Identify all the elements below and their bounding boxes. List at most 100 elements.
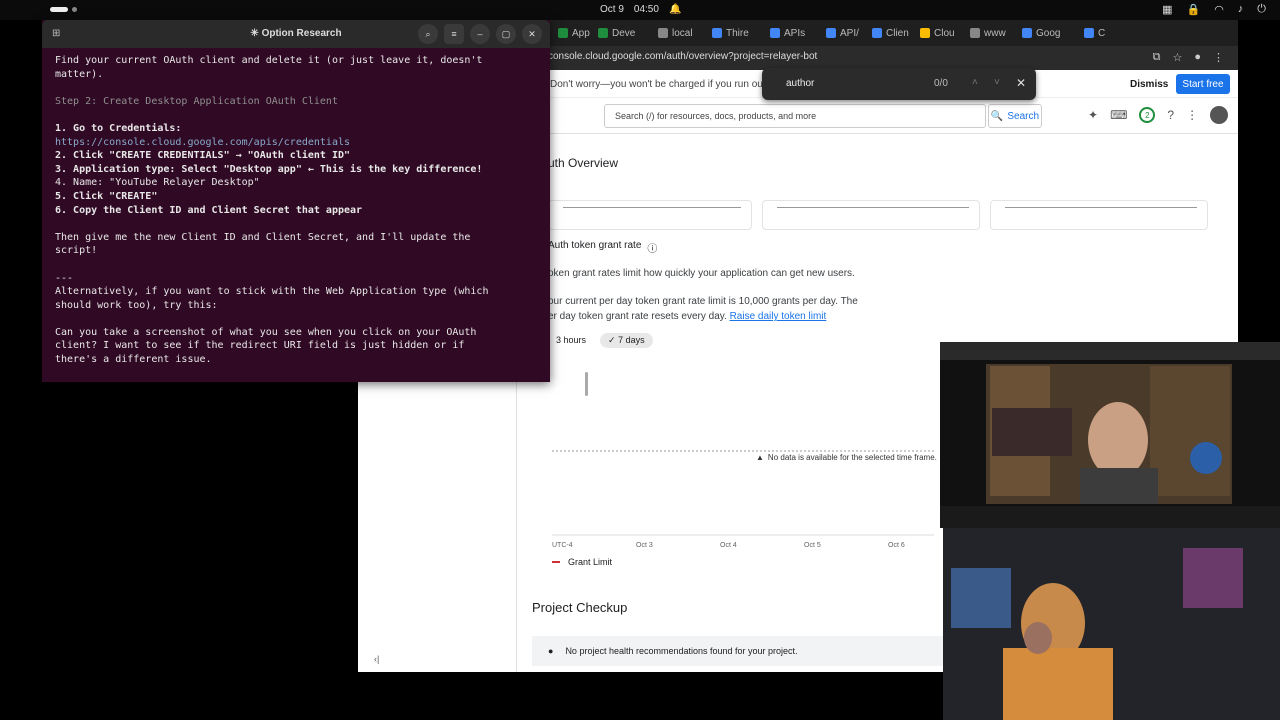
collapse-nav-icon[interactable]: ‹|: [374, 654, 379, 664]
tab-label: C: [1098, 27, 1106, 39]
chip-7-days[interactable]: ✓ 7 days: [600, 333, 653, 348]
webcam-overlay-2: [943, 528, 1280, 720]
menu-icon[interactable]: ⋮: [1213, 51, 1224, 64]
tab-favicon-icon: [598, 28, 608, 38]
find-bar: author 0/0 ˄ ˅ ✕: [762, 68, 1036, 100]
section-title-text: Auth token grant rate: [548, 240, 642, 251]
terminal-icon[interactable]: ⌨: [1110, 108, 1127, 122]
gemini-icon[interactable]: ✦: [1088, 108, 1098, 122]
browser-tab[interactable]: Thire: [712, 24, 758, 42]
limit-description: our current per day token grant rate lim…: [548, 294, 868, 324]
legend-label: Grant Limit: [568, 557, 613, 567]
url-text[interactable]: console.cloud.google.com/auth/overview?p…: [548, 51, 817, 62]
terminal-window: ⊞ ✳ Option Research ⌕ ≡ – ▢ ✕ Find your …: [42, 20, 588, 396]
terminal-line: 4. Name: "YouTube Relayer Desktop": [55, 177, 260, 189]
tab-favicon-icon: [1022, 28, 1032, 38]
browser-tab[interactable]: C: [1084, 24, 1130, 42]
power-icon: ⏻: [1257, 3, 1266, 15]
lock-icon: 🔒: [1186, 4, 1201, 16]
find-prev-icon[interactable]: ˄: [972, 77, 978, 88]
search-input[interactable]: Search (/) for resources, docs, products…: [604, 104, 986, 128]
tab-label: API/: [840, 27, 859, 39]
terminal-search-icon[interactable]: ⌕: [418, 24, 438, 44]
tab-label: Clien: [886, 27, 909, 39]
check-icon: ✓: [608, 335, 619, 345]
extensions-icon[interactable]: ⧉: [1153, 51, 1161, 64]
window-controls: ⌕ ≡ – ▢ ✕: [418, 24, 542, 44]
dismiss-button[interactable]: Dismiss: [1130, 79, 1168, 90]
warning-icon: ▲: [756, 453, 764, 462]
x-tick-label: Oct 6: [888, 542, 905, 549]
notifications-badge[interactable]: 2: [1139, 107, 1156, 123]
terminal-line: 3. Application type: Select "Desktop app…: [55, 163, 483, 175]
browser-tab[interactable]: local: [658, 24, 704, 42]
terminal-menu-icon[interactable]: ≡: [444, 24, 464, 44]
help-circle-icon[interactable]: ⓘ: [647, 240, 657, 255]
no-data-message: ▲ No data is available for the selected …: [756, 453, 937, 462]
terminal-line: https://console.cloud.google.com/apis/cr…: [55, 136, 351, 148]
terminal-line: 2. Click "CREATE CREDENTIALS" → "OAuth c…: [55, 150, 351, 162]
toolbar-icons: ⧉ ☆ ● ⋮: [1153, 51, 1224, 64]
tab-label: www: [984, 27, 1006, 39]
browser-tab[interactable]: Deve: [598, 24, 644, 42]
bookmark-icon[interactable]: ☆: [1172, 51, 1182, 64]
chip-7-days-label: 7 days: [618, 335, 645, 345]
tab-label: Goog: [1036, 27, 1061, 39]
find-count: 0/0: [934, 78, 948, 89]
tab-favicon-icon: [826, 28, 836, 38]
apps-icon: ▦: [1162, 4, 1173, 16]
webcam-1-image: [940, 342, 1280, 528]
search-icon: 🔍: [990, 110, 1004, 122]
raise-limit-link[interactable]: Raise daily token limit: [730, 311, 827, 322]
find-input[interactable]: author: [786, 78, 814, 89]
terminal-scrollbar[interactable]: [585, 372, 588, 396]
section-description: oken grant rates limit how quickly your …: [548, 268, 855, 279]
terminal-line: Alternatively, if you want to stick with…: [55, 286, 489, 298]
terminal-line: matter).: [55, 68, 104, 80]
browser-tab[interactable]: www: [970, 24, 1016, 42]
terminal-line: Find your current OAuth client and delet…: [55, 55, 483, 66]
activities-button[interactable]: [50, 7, 77, 12]
profile-icon[interactable]: ●: [1194, 51, 1201, 64]
help-icon[interactable]: ?: [1167, 108, 1174, 122]
more-icon[interactable]: ⋮: [1186, 108, 1198, 122]
find-next-icon[interactable]: ˅: [994, 77, 1000, 88]
terminal-output[interactable]: Find your current OAuth client and delet…: [55, 54, 533, 380]
clock[interactable]: Oct 9 04:50 🔔: [600, 4, 681, 15]
terminal-line: 1. Go to Credentials:: [55, 122, 182, 134]
minimize-icon[interactable]: –: [470, 24, 490, 44]
tab-label: APIs: [784, 27, 806, 39]
x-tick-label: Oct 4: [720, 542, 737, 549]
avatar[interactable]: [1210, 106, 1229, 124]
chart-legend: Grant Limit: [552, 557, 612, 567]
close-icon[interactable]: ✕: [522, 24, 542, 44]
browser-tab[interactable]: APIs: [770, 24, 816, 42]
bell-icon: 🔔: [668, 4, 682, 15]
legend-swatch: [552, 561, 560, 563]
chip-3-hours[interactable]: 3 hours: [548, 333, 594, 348]
terminal-line: ---: [55, 272, 74, 284]
webcam-2-image: [943, 528, 1280, 720]
browser-tab[interactable]: Clou: [920, 24, 966, 42]
header-tools: ✦ ⌨ 2 ? ⋮: [1088, 106, 1229, 124]
limit-description-line1: our current per day token grant rate lim…: [548, 296, 858, 307]
find-close-icon[interactable]: ✕: [1016, 76, 1026, 90]
browser-tab[interactable]: API/: [826, 24, 872, 42]
tab-label: App: [572, 27, 590, 39]
tab-label: Deve: [612, 27, 636, 39]
tab-favicon-icon: [920, 28, 930, 38]
search-button[interactable]: 🔍 Search: [988, 104, 1042, 128]
maximize-icon[interactable]: ▢: [496, 24, 516, 44]
desktop: Oct 9 04:50 🔔 ▦ 🔒 ◠ ♪ ⏻ App Deve local Thir…: [0, 0, 1280, 720]
start-free-button[interactable]: Start free: [1176, 74, 1230, 94]
system-tray[interactable]: ▦ 🔒 ◠ ♪ ⏻: [1162, 3, 1266, 16]
browser-tab[interactable]: Goog: [1022, 24, 1068, 42]
browser-tab[interactable]: Clien: [872, 24, 918, 42]
x-tick-label: UTC-4: [552, 542, 573, 549]
terminal-line: Can you take a screenshot of what you se…: [55, 326, 477, 338]
x-tick-label: Oct 5: [804, 542, 821, 549]
metric-card: [762, 200, 980, 230]
